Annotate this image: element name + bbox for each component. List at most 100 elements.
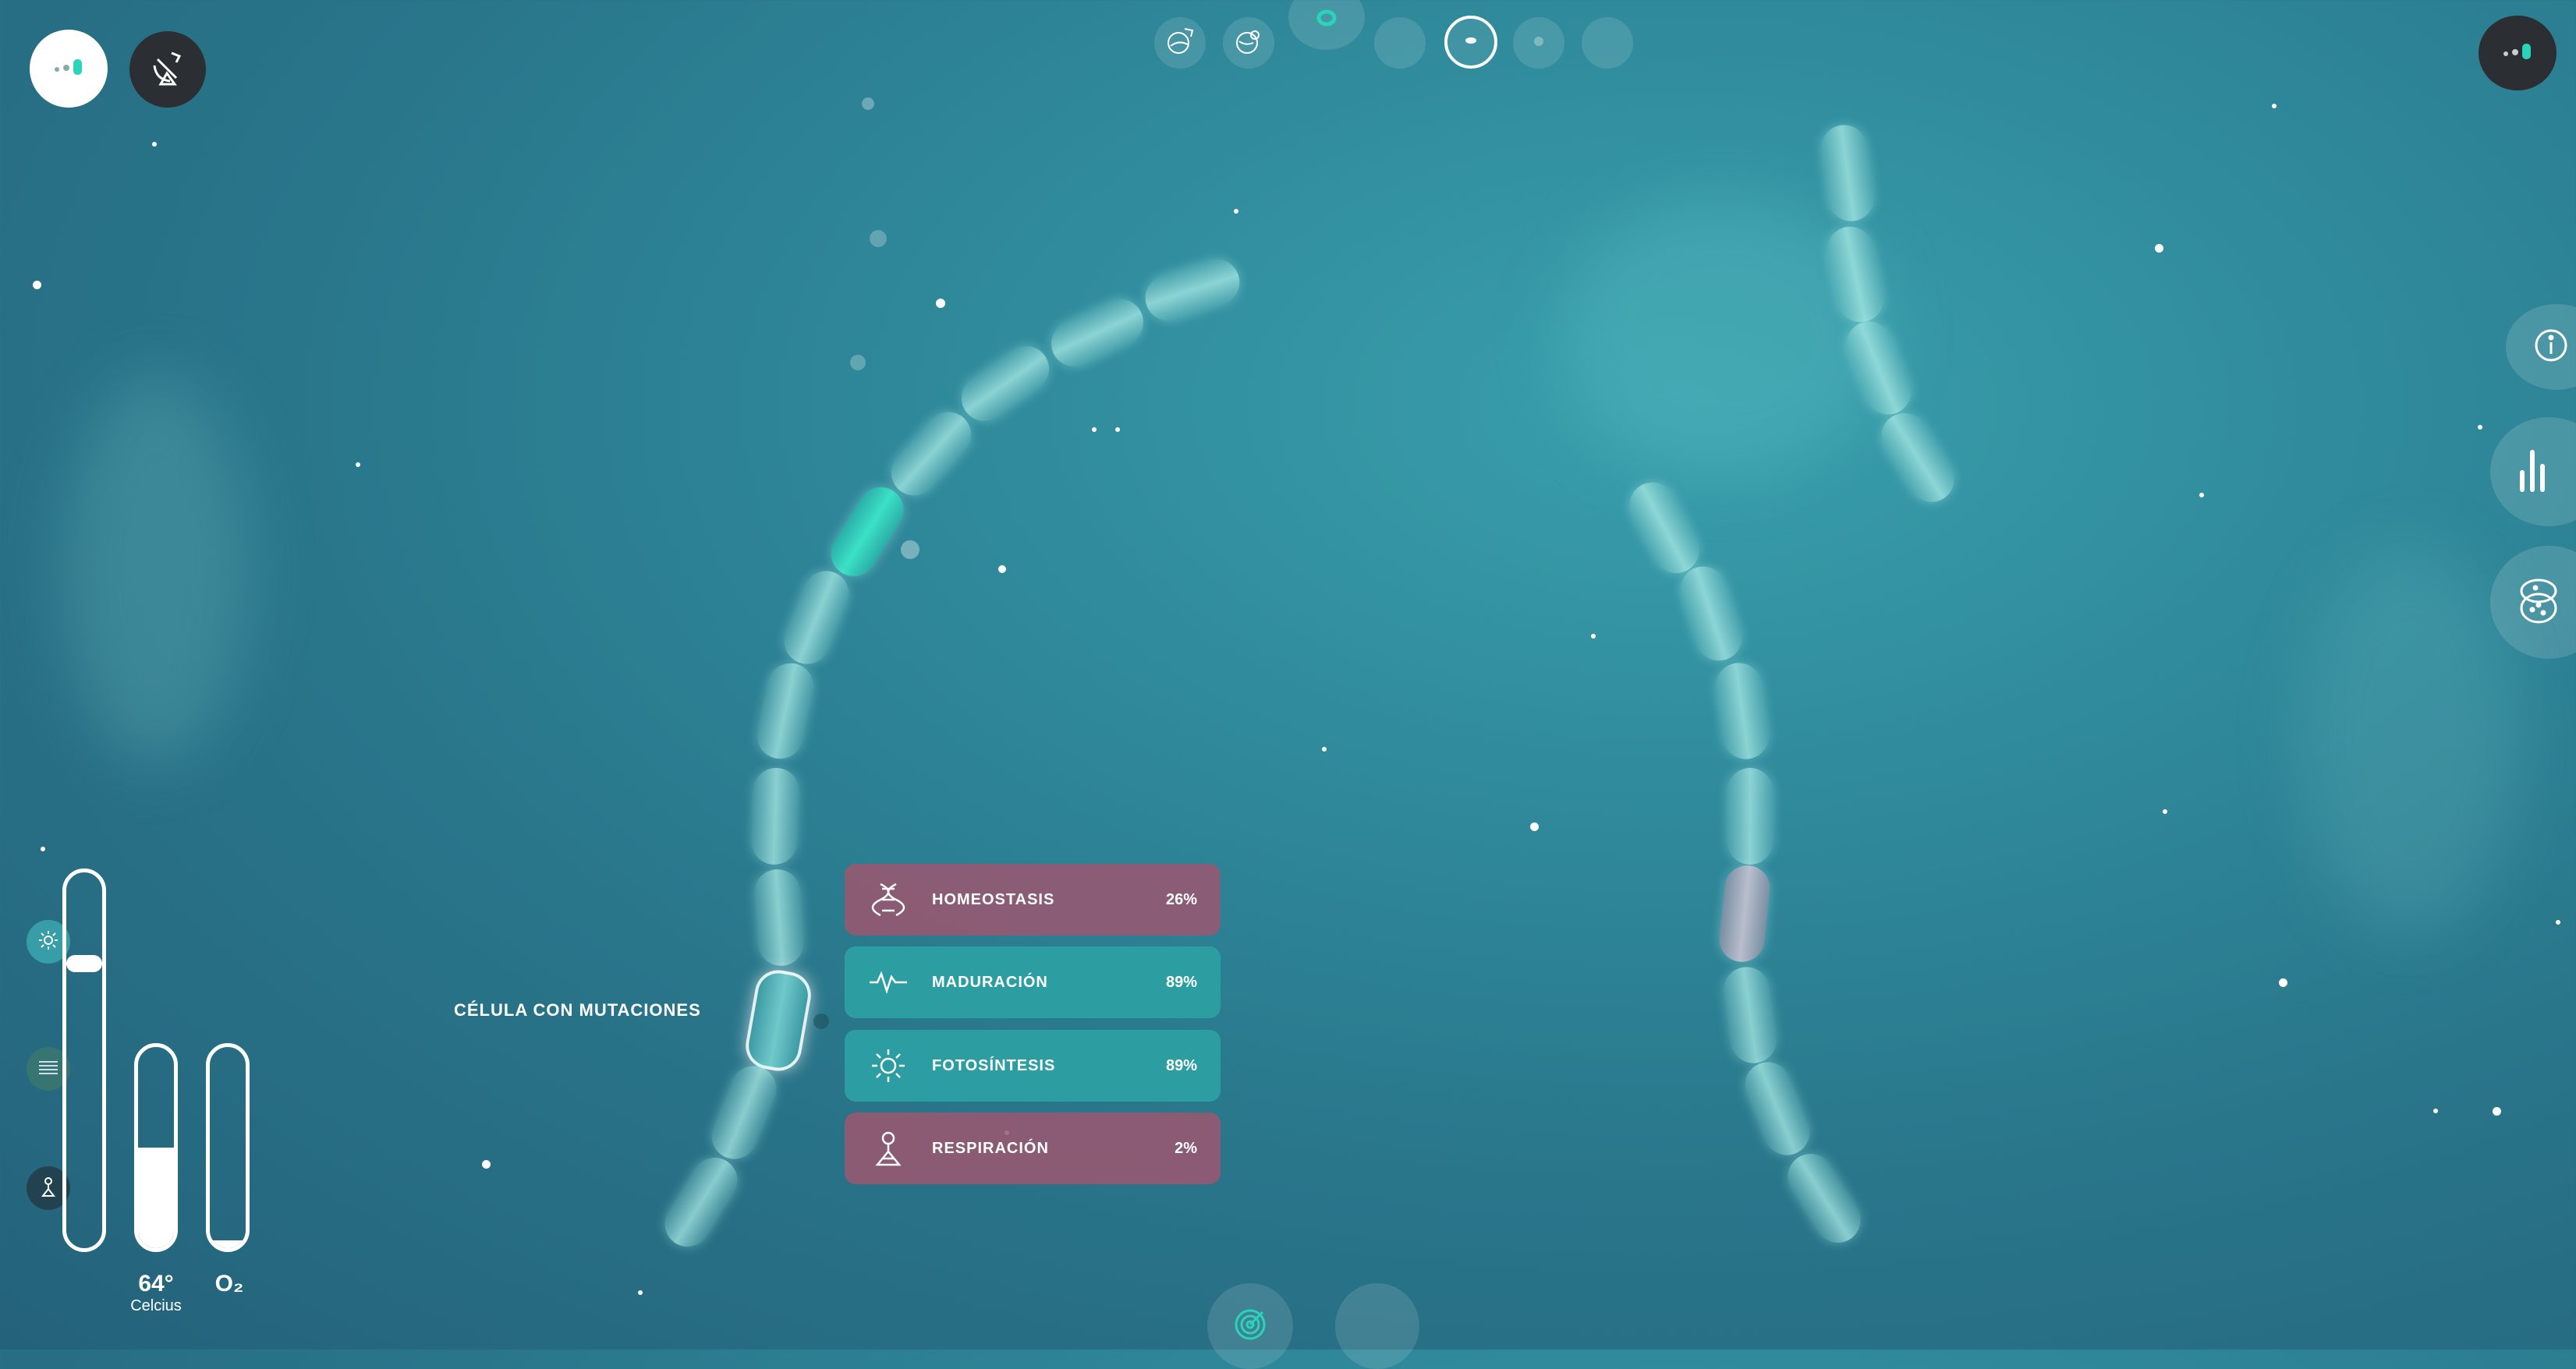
nav-empty[interactable] <box>1582 17 1633 69</box>
particle <box>1115 427 1120 432</box>
nav-dot[interactable] <box>1513 17 1564 69</box>
stat-homeostasis[interactable]: HOMEOSTASIS 26% <box>845 864 1221 936</box>
background-glow <box>2301 546 2519 936</box>
cell <box>1818 122 1877 225</box>
particle <box>2493 1107 2501 1116</box>
stat-label: FOTOSÍNTESIS <box>932 1056 1056 1074</box>
info-button[interactable] <box>2506 304 2576 390</box>
stat-label: HOMEOSTASIS <box>932 890 1055 908</box>
nav-cell-active[interactable] <box>1444 16 1497 69</box>
cell <box>952 337 1058 430</box>
particle <box>1322 747 1327 752</box>
particle <box>1530 822 1539 831</box>
cell <box>1873 405 1963 511</box>
cell <box>1044 292 1151 374</box>
connector-dot <box>813 1013 829 1029</box>
particle <box>356 462 360 467</box>
particle <box>2279 978 2287 987</box>
info-icon <box>2532 327 2570 368</box>
sun-icon <box>37 929 59 955</box>
particle <box>33 281 41 289</box>
satellite-button[interactable] <box>129 31 206 108</box>
cell <box>1720 964 1780 1067</box>
particle <box>870 230 887 247</box>
signal-dots-icon <box>2498 40 2537 67</box>
cell <box>1779 1145 1869 1251</box>
cell <box>753 868 806 967</box>
pulse-icon <box>868 962 909 1003</box>
bottom-target-button[interactable] <box>1207 1283 1293 1369</box>
logo-button-right[interactable] <box>2479 16 2557 90</box>
particle <box>1092 427 1097 432</box>
particle <box>2556 920 2560 925</box>
target-icon <box>1231 1306 1269 1347</box>
cell <box>656 1149 746 1255</box>
simulation-stage: 64° Celcius O₂ CÉLULA CON MUTACIONES HOM… <box>0 0 2576 1369</box>
stats-button[interactable] <box>2490 417 2576 526</box>
mutated-cell[interactable] <box>742 966 815 1075</box>
particle <box>2199 493 2204 497</box>
particle <box>1591 634 1596 639</box>
cell <box>750 767 800 865</box>
nav-planet-rocket[interactable] <box>1154 17 1206 69</box>
particle <box>2163 809 2167 814</box>
flask-icon <box>868 1128 909 1169</box>
satellite-dish-icon <box>148 48 187 91</box>
background-glow <box>62 374 250 764</box>
temperature-value: 64° <box>138 1271 174 1296</box>
oxygen-label: O₂ <box>214 1271 244 1296</box>
stat-respiracion[interactable]: RESPIRACIÓN 2% <box>845 1113 1221 1184</box>
bar-chart-icon <box>2517 447 2548 497</box>
stat-value: 26% <box>1165 890 1197 908</box>
stat-value: 89% <box>1165 973 1197 991</box>
particle <box>41 847 45 851</box>
temperature-fill <box>138 1148 174 1248</box>
stat-fotosintesis[interactable]: FOTOSÍNTESIS 89% <box>845 1030 1221 1102</box>
cell <box>1738 1055 1817 1162</box>
highlighted-cell[interactable] <box>822 479 912 585</box>
cell <box>704 1059 784 1166</box>
cell <box>1621 474 1707 582</box>
particle <box>638 1290 643 1295</box>
nav-empty[interactable] <box>1374 17 1426 69</box>
stat-value: 89% <box>1165 1056 1197 1074</box>
dna-icon <box>868 879 909 920</box>
cell <box>1717 863 1773 964</box>
light-slider-thumb[interactable] <box>66 955 102 973</box>
particle <box>2433 1109 2438 1113</box>
planet-search-icon <box>1233 26 1264 61</box>
temperature-unit: Celcius <box>130 1297 182 1314</box>
cell <box>1727 768 1773 865</box>
particle <box>1234 209 1238 214</box>
particle <box>2272 104 2277 108</box>
cell <box>753 659 818 763</box>
light-slider[interactable] <box>62 868 106 1252</box>
nav-planet-search[interactable] <box>1223 17 1274 69</box>
sun-icon <box>868 1045 909 1086</box>
cell <box>881 402 981 505</box>
nav-ring[interactable] <box>1288 0 1365 50</box>
oxygen-gauge <box>206 1043 250 1252</box>
flask-icon <box>38 1176 58 1201</box>
logo-button[interactable] <box>30 30 108 108</box>
menu-lines-icon <box>39 1059 58 1079</box>
stat-label: MADURACIÓN <box>932 973 1048 991</box>
cell <box>1713 660 1772 762</box>
planet-rocket-icon <box>1164 26 1196 61</box>
particle <box>2478 425 2482 430</box>
stat-label: RESPIRACIÓN <box>932 1139 1049 1157</box>
particle <box>850 355 866 370</box>
stat-value: 2% <box>1175 1139 1197 1157</box>
particle <box>482 1160 491 1169</box>
cell <box>1674 561 1748 667</box>
cell <box>1139 253 1245 327</box>
particle <box>2155 244 2163 253</box>
cell-icon <box>1463 35 1479 50</box>
particle <box>998 565 1006 573</box>
stat-maduracion[interactable]: MADURACIÓN 89% <box>845 946 1221 1018</box>
particle <box>152 142 157 147</box>
cell <box>777 564 856 671</box>
bottom-empty-button[interactable] <box>1335 1283 1419 1369</box>
temperature-gauge <box>134 1043 178 1252</box>
ring-icon <box>1315 4 1338 31</box>
